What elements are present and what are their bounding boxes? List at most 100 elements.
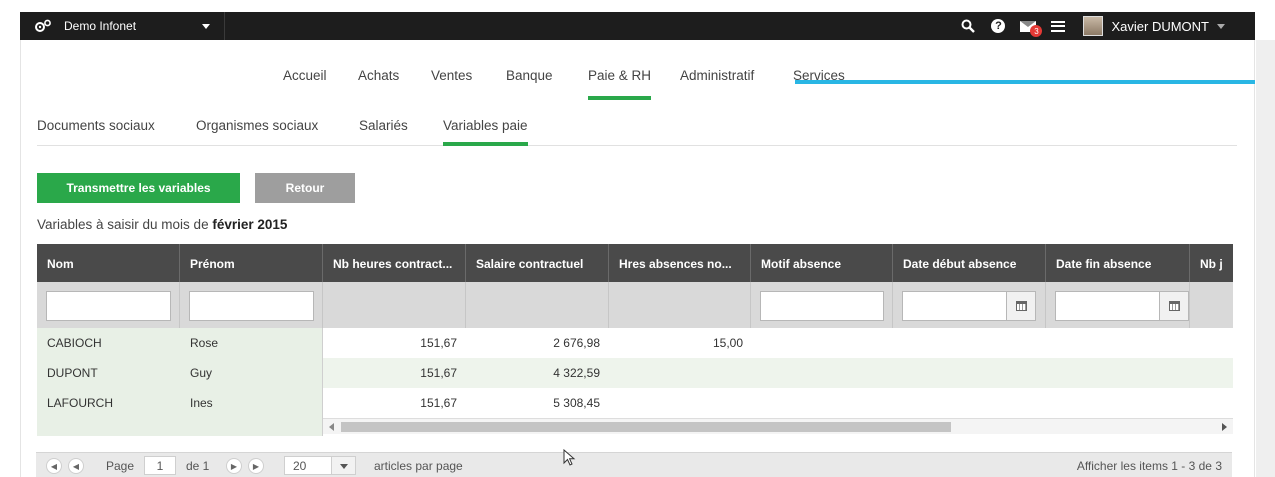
per-page-label: articles par page: [374, 459, 463, 473]
transmit-variables-button[interactable]: Transmettre les variables: [37, 173, 240, 203]
caption-prefix: Variables à saisir du mois de: [37, 217, 213, 232]
column-header-nom[interactable]: Nom: [37, 244, 180, 282]
tab-paie-rh[interactable]: Paie & RH: [588, 60, 652, 100]
cell-salaire: 2 676,98: [553, 336, 600, 350]
cell-heures: 151,67: [420, 336, 457, 350]
annotation-line: [795, 80, 1255, 84]
page-of-label: de 1: [186, 459, 210, 473]
search-icon: [961, 19, 976, 33]
chevron-down-icon: [202, 23, 210, 29]
cell-absences: 15,00: [712, 336, 743, 350]
filter-input-date-fin[interactable]: [1055, 291, 1160, 321]
filter-input-date-debut[interactable]: [902, 291, 1007, 321]
filter-input-motif[interactable]: [760, 291, 884, 321]
filter-cell-motif: [751, 282, 893, 328]
column-header-heures[interactable]: Nb heures contract...: [323, 244, 466, 282]
column-header-motif[interactable]: Motif absence: [751, 244, 893, 282]
page-gutter: [1256, 40, 1275, 477]
filter-cell-absences: [609, 282, 751, 328]
tab-achats[interactable]: Achats: [358, 60, 399, 100]
content-panel: Accueil Achats Ventes Banque Paie & RH A…: [20, 40, 1255, 477]
cell-salaire: 4 322,59: [553, 366, 600, 380]
tab-administratif[interactable]: Administratif: [680, 60, 754, 100]
cell-heures: 151,67: [420, 396, 457, 410]
messages-button[interactable]: 3: [1013, 12, 1043, 40]
tab-ventes[interactable]: Ventes: [431, 60, 472, 100]
help-button[interactable]: ?: [983, 12, 1013, 40]
cell-nom: DUPONT: [47, 366, 98, 380]
page-label: Page: [106, 459, 135, 473]
table-row[interactable]: LAFOURCH Ines 151,67 5 308,45: [37, 388, 1233, 418]
sub-nav: Documents sociaux Organismes sociaux Sal…: [37, 110, 1237, 146]
calendar-icon: [1015, 301, 1027, 311]
page-number-input[interactable]: 1: [144, 456, 176, 475]
column-header-salaire[interactable]: Salaire contractuel: [466, 244, 609, 282]
chevron-down-icon[interactable]: [332, 456, 356, 475]
cell-heures: 151,67: [420, 366, 457, 380]
calendar-icon: [1168, 301, 1180, 311]
grid-header: Nom Prénom Nb heures contract... Salaire…: [37, 244, 1233, 282]
variables-grid: Nom Prénom Nb heures contract... Salaire…: [37, 244, 1233, 466]
next-page-button[interactable]: ▶: [226, 458, 242, 474]
app-switcher[interactable]: Demo Infonet: [20, 12, 225, 40]
gears-icon: [35, 19, 51, 32]
mouse-cursor-icon: [563, 449, 576, 466]
first-page-button[interactable]: ◀: [46, 458, 62, 474]
cell-nom: LAFOURCH: [47, 396, 114, 410]
table-row[interactable]: DUPONT Guy 151,67 4 322,59: [37, 358, 1233, 388]
grid-filter-row: [37, 282, 1233, 328]
scroll-right-icon[interactable]: [1222, 423, 1227, 431]
tab-accueil[interactable]: Accueil: [283, 60, 327, 100]
scroll-thumb[interactable]: [341, 422, 951, 432]
column-header-date-fin[interactable]: Date fin absence: [1046, 244, 1190, 282]
cell-prenom: Ines: [190, 396, 213, 410]
user-name: Xavier DUMONT: [1111, 18, 1209, 34]
filter-input-prenom[interactable]: [189, 291, 314, 321]
chevron-down-icon: [1217, 23, 1225, 29]
cell-prenom: Rose: [190, 336, 219, 350]
column-header-prenom[interactable]: Prénom: [180, 244, 323, 282]
column-header-date-debut[interactable]: Date début absence: [893, 244, 1046, 282]
date-picker-button[interactable]: [1006, 291, 1036, 321]
cell-salaire: 5 308,45: [553, 396, 600, 410]
scroll-left-icon[interactable]: [329, 423, 334, 431]
prev-page-button[interactable]: ◀: [68, 458, 84, 474]
list-icon: [1051, 20, 1066, 32]
column-header-nb-jours[interactable]: Nb j: [1190, 244, 1233, 282]
tab-banque[interactable]: Banque: [506, 60, 553, 100]
caption-period: février 2015: [212, 217, 288, 232]
filter-input-nom[interactable]: [46, 291, 171, 321]
tab-variables-paie[interactable]: Variables paie: [443, 118, 528, 146]
back-button[interactable]: Retour: [255, 173, 355, 203]
last-page-button[interactable]: ▶: [248, 458, 264, 474]
date-picker-button[interactable]: [1159, 291, 1189, 321]
cell-prenom: Guy: [190, 366, 213, 380]
filter-cell-nom: [37, 282, 180, 328]
search-button[interactable]: [953, 12, 983, 40]
table-row[interactable]: CABIOCH Rose 151,67 2 676,98 15,00: [37, 328, 1233, 358]
mail-count-badge: 3: [1030, 25, 1043, 37]
filter-cell-salaire: [466, 282, 609, 328]
help-icon: ?: [991, 19, 1006, 33]
tab-salaries[interactable]: Salariés: [359, 118, 408, 146]
grid-pager: ◀ ◀ Page 1 de 1 ▶ ▶ 20 articles par page…: [36, 452, 1232, 477]
filter-cell-prenom: [180, 282, 323, 328]
frozen-column-footer: [37, 418, 323, 436]
list-menu-button[interactable]: [1043, 12, 1073, 40]
app-name: Demo Infonet: [64, 19, 137, 33]
page-caption: Variables à saisir du mois de février 20…: [37, 217, 287, 232]
tab-organismes-sociaux[interactable]: Organismes sociaux: [196, 118, 318, 146]
top-bar: Demo Infonet ? 3 Xavier DUMONT: [20, 12, 1255, 40]
cell-nom: CABIOCH: [47, 336, 102, 350]
page-size-select[interactable]: 20: [284, 456, 332, 475]
user-menu[interactable]: Xavier DUMONT: [1073, 12, 1255, 40]
horizontal-scrollbar[interactable]: [323, 418, 1233, 434]
filter-cell-date-debut: [893, 282, 1046, 328]
tab-documents-sociaux[interactable]: Documents sociaux: [37, 118, 155, 146]
filter-cell-date-fin: [1046, 282, 1190, 328]
filter-cell-nb-jours: [1190, 282, 1233, 328]
top-right-tools: ? 3 Xavier DUMONT: [953, 12, 1255, 40]
avatar: [1083, 16, 1104, 36]
column-header-absences[interactable]: Hres absences no...: [609, 244, 751, 282]
filter-cell-heures: [323, 282, 466, 328]
